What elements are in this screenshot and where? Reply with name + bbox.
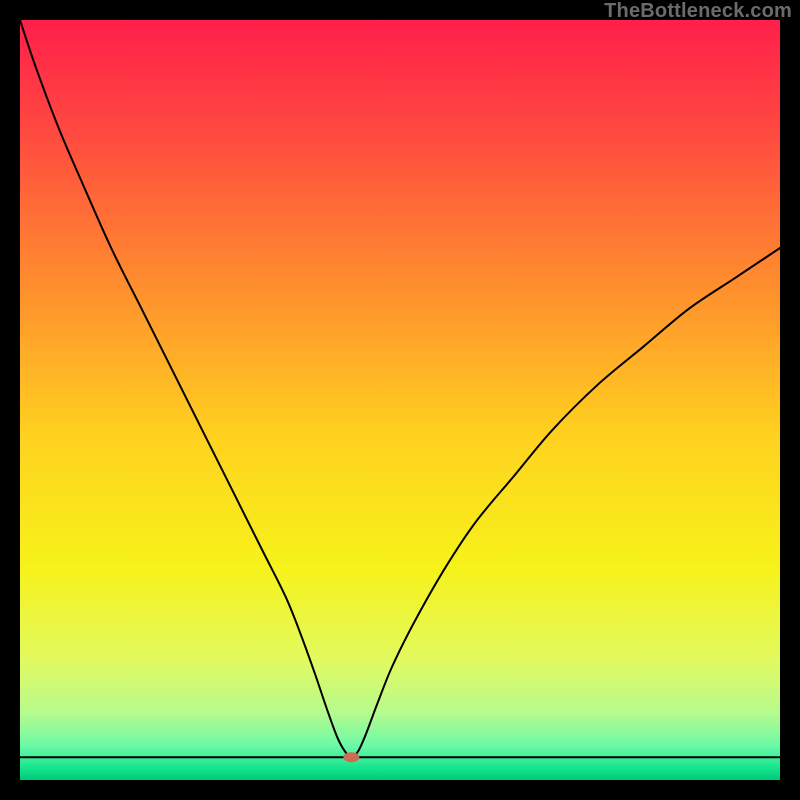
chart-frame: TheBottleneck.com — [0, 0, 800, 800]
optimal-marker — [343, 752, 359, 762]
chart-svg — [20, 20, 780, 780]
plot-area — [20, 20, 780, 780]
chart-background — [20, 20, 780, 780]
